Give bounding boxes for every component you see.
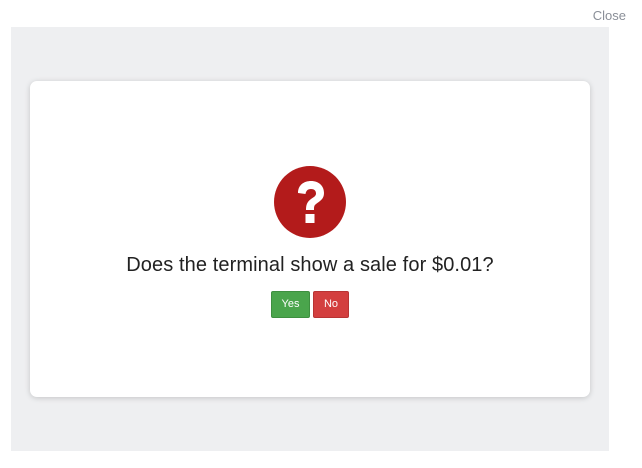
yes-button[interactable]: Yes bbox=[271, 291, 310, 318]
confirmation-question: Does the terminal show a sale for $0.01? bbox=[126, 254, 494, 276]
no-button[interactable]: No bbox=[313, 291, 349, 318]
confirmation-dialog: Does the terminal show a sale for $0.01?… bbox=[30, 81, 590, 397]
question-circle-icon bbox=[274, 166, 346, 238]
close-link[interactable]: Close bbox=[593, 8, 626, 23]
dialog-button-row: Yes No bbox=[30, 291, 590, 318]
page: Close Does the terminal show a sale for … bbox=[0, 0, 642, 468]
